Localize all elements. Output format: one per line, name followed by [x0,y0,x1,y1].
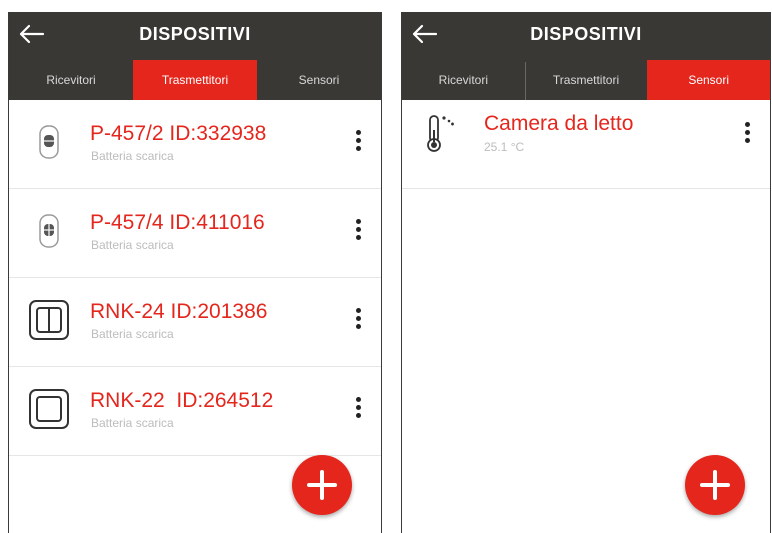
device-status: Batteria scarica [91,327,174,341]
sensor-value: 25.1 °C [484,140,525,154]
add-device-button[interactable] [292,455,352,515]
device-row[interactable]: P-457/4 ID:411016 Batteria scarica [9,189,381,278]
page-title: DISPOSITIVI [139,24,251,44]
sensor-name: Camera da letto [484,112,634,135]
device-status: Batteria scarica [91,149,174,163]
remote-control-icon [39,125,59,159]
tab-ricevitori[interactable]: Ricevitori [402,60,525,100]
sensor-row[interactable]: Camera da letto 25.1 °C [402,100,770,189]
tab-ricevitori[interactable]: Ricevitori [9,60,133,100]
more-options-icon[interactable] [353,219,363,245]
remote-control-icon [39,214,59,248]
device-name: P-457/4 ID:411016 [90,211,265,234]
right-screen: DISPOSITIVI Ricevitori Trasmettitori Sen… [401,12,771,533]
device-row[interactable]: RNK-24 ID:201386 Batteria scarica [9,278,381,367]
more-options-icon[interactable] [742,122,752,148]
header: DISPOSITIVI [402,12,770,60]
header: DISPOSITIVI [9,12,381,60]
device-status: Batteria scarica [91,238,174,252]
more-options-icon[interactable] [353,397,363,423]
sensor-list: Camera da letto 25.1 °C [402,100,770,189]
device-status: Batteria scarica [91,416,174,430]
left-screen: DISPOSITIVI Ricevitori Trasmettitori Sen… [8,12,382,533]
tab-trasmettitori[interactable]: Trasmettitori [133,60,257,100]
tab-trasmettitori[interactable]: Trasmettitori [524,60,648,100]
device-list: P-457/2 ID:332938 Batteria scarica P-457… [9,100,381,456]
more-options-icon[interactable] [353,130,363,156]
tab-sensori[interactable]: Sensori [647,60,770,100]
thermometer-icon [427,115,454,152]
more-options-icon[interactable] [353,308,363,334]
double-wall-switch-icon [29,300,69,340]
device-row[interactable]: RNK-22 ID:264512 Batteria scarica [9,367,381,456]
add-sensor-button[interactable] [685,455,745,515]
device-name: P-457/2 ID:332938 [90,122,267,145]
tab-bar: Ricevitori Trasmettitori Sensori [9,60,381,100]
device-name: RNK-22 ID:264512 [90,389,274,412]
page-title: DISPOSITIVI [530,24,642,44]
tab-sensori[interactable]: Sensori [257,60,381,100]
device-name: RNK-24 ID:201386 [90,300,268,323]
tab-bar: Ricevitori Trasmettitori Sensori [402,60,770,100]
device-row[interactable]: P-457/2 ID:332938 Batteria scarica [9,100,381,189]
single-wall-switch-icon [29,389,69,429]
